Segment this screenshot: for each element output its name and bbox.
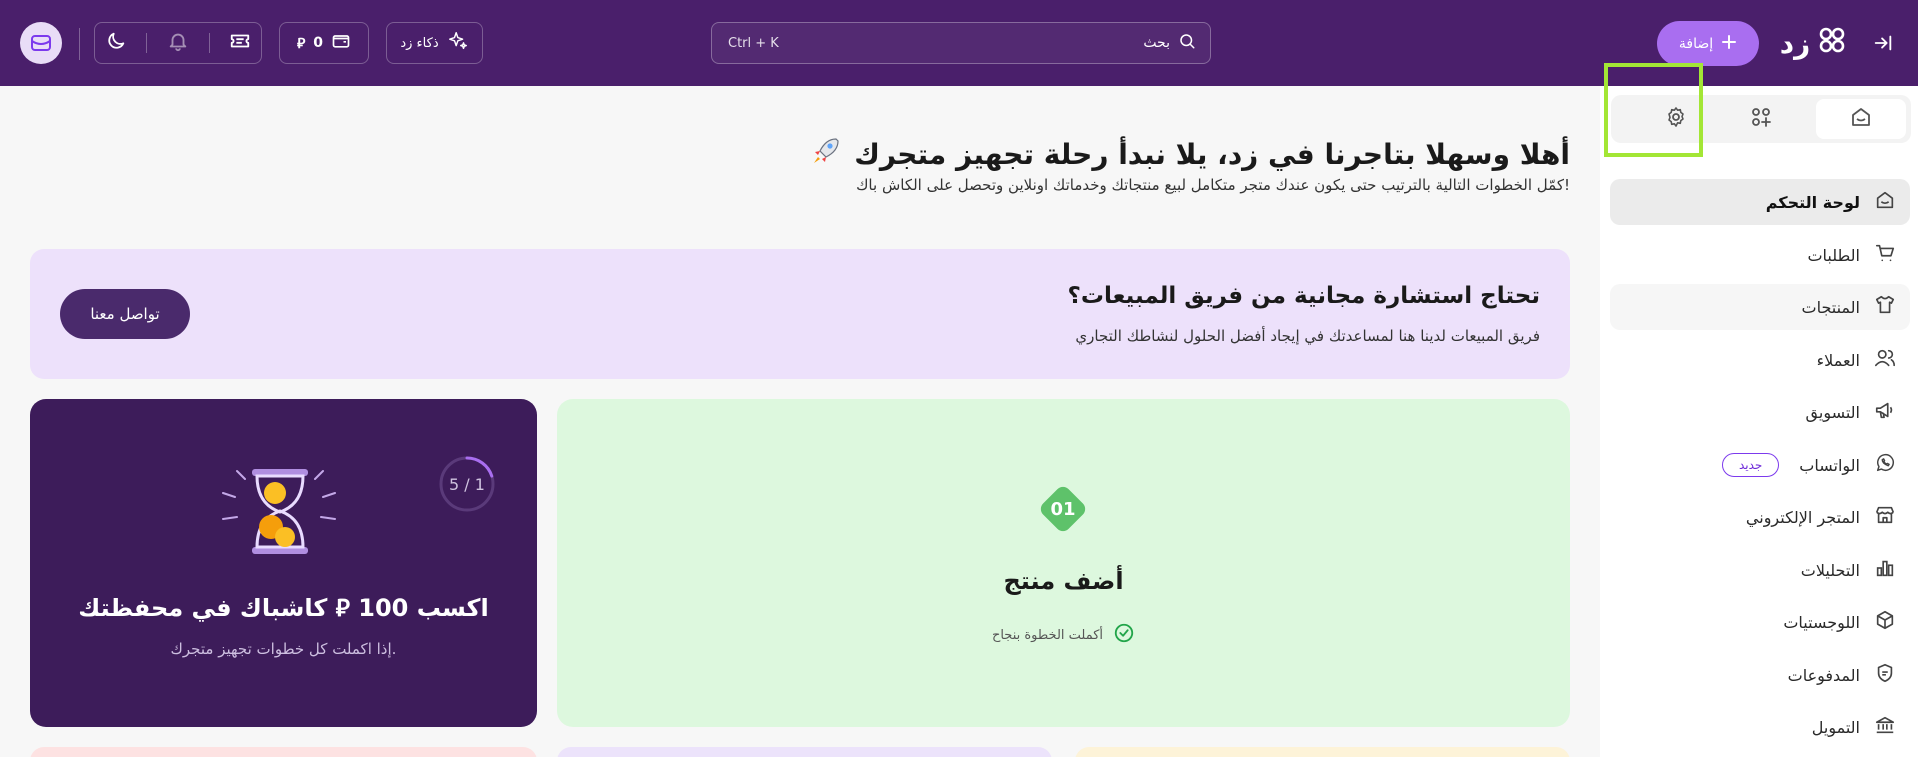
apps-icon xyxy=(1749,105,1773,133)
sidebar-item-label: المتجر الإلكتروني xyxy=(1745,507,1860,527)
check-circle-icon xyxy=(1113,622,1135,648)
sidebar-item-label: العملاء xyxy=(1816,350,1860,370)
payments-icon xyxy=(1874,662,1896,688)
tab-home[interactable] xyxy=(1816,99,1906,139)
brand-name: زد xyxy=(1779,26,1811,60)
bell-icon[interactable] xyxy=(167,30,189,56)
sidebar-item-label: لوحة التحكم xyxy=(1765,192,1860,212)
box-icon xyxy=(1874,609,1896,635)
users-icon xyxy=(1874,347,1896,373)
whatsapp-icon xyxy=(1874,452,1896,478)
new-badge: جديد xyxy=(1721,453,1780,477)
ai-label: ذكاء زد xyxy=(400,35,439,51)
sidebar-item-whatsapp[interactable]: جديد الواتساب xyxy=(1610,442,1910,488)
sidebar-item-label: الطلبات xyxy=(1807,245,1860,265)
contact-us-button[interactable]: تواصل معنا xyxy=(60,289,190,339)
search-shortcut: Ctrl + K xyxy=(728,35,779,51)
page-title-text: أهلا وسهلا بتاجرنا في زد، يلا نبدأ رحلة … xyxy=(854,138,1570,171)
banner-title: تحتاج استشارة مجانية من فريق المبيعات؟ xyxy=(1067,283,1541,309)
wallet-icon xyxy=(331,31,351,55)
zid-logo-icon xyxy=(1816,24,1848,63)
store-avatar[interactable] xyxy=(20,22,62,64)
zid-ai-button[interactable]: ذكاء زد xyxy=(386,22,483,64)
rocket-icon xyxy=(808,133,844,176)
sidebar-item-label: المدفوعات xyxy=(1787,665,1860,685)
group-divider xyxy=(146,33,148,53)
brand-logo[interactable]: زد xyxy=(1778,24,1850,62)
search-icon xyxy=(1178,32,1196,54)
store-icon xyxy=(1874,504,1896,530)
tab-apps[interactable] xyxy=(1716,99,1806,139)
wallet-button[interactable]: ⃁ 0 xyxy=(279,22,369,64)
bank-icon xyxy=(1874,714,1896,740)
sidebar-item-dashboard[interactable]: لوحة التحكم xyxy=(1610,179,1910,225)
sidebar-item-orders[interactable]: الطلبات xyxy=(1610,232,1910,278)
plus-icon xyxy=(1721,34,1737,54)
topbar-icon-group xyxy=(94,22,262,64)
progress-label: 5 / 1 xyxy=(449,474,485,494)
page-title: أهلا وسهلا بتاجرنا في زد، يلا نبدأ رحلة … xyxy=(808,133,1570,176)
sidebar-item-label: التمويل xyxy=(1811,717,1860,737)
sidebar-item-label: التسويق xyxy=(1805,402,1860,422)
collapse-sidebar-icon[interactable] xyxy=(1868,28,1898,58)
add-label: إضافة xyxy=(1678,35,1714,52)
search-input[interactable]: Ctrl + K بحث xyxy=(711,22,1211,64)
sidebar-item-analytics[interactable]: التحليلات xyxy=(1610,547,1910,593)
step-status-text: أكملت الخطوة بنجاح xyxy=(991,627,1104,643)
sidebar-item-label: المنتجات xyxy=(1801,297,1861,317)
sidebar-item-customers[interactable]: العملاء xyxy=(1610,337,1910,383)
currency-symbol: ⃁ xyxy=(296,36,306,52)
next-card-peek xyxy=(1075,747,1570,757)
moon-icon[interactable] xyxy=(105,30,127,56)
step-number: 01 xyxy=(1050,498,1076,520)
cashback-subtitle: إذا اكملت كل خطوات تجهيز متجرك. xyxy=(170,640,397,658)
step-title: أضف منتج xyxy=(1003,567,1124,595)
sidebar-item-online-store[interactable]: المتجر الإلكتروني xyxy=(1610,494,1910,540)
sidebar-item-products[interactable]: المنتجات xyxy=(1610,284,1910,330)
home-icon xyxy=(1874,189,1896,215)
page-subtitle: كمّل الخطوات التالية بالترتيب حتى يكون ع… xyxy=(856,176,1570,194)
cart-icon xyxy=(1874,242,1896,268)
sidebar-item-label: الواتساب xyxy=(1799,455,1860,475)
cashback-card: 5 / 1 اكسب 100 ⃁ كاشباك في محفظتك إذا اك… xyxy=(30,399,537,727)
shirt-icon xyxy=(1874,294,1896,320)
sales-consultation-banner: تحتاج استشارة مجانية من فريق المبيعات؟ ف… xyxy=(30,249,1570,379)
hourglass-coins-icon xyxy=(222,469,336,554)
sidebar-item-marketing[interactable]: التسويق xyxy=(1610,389,1910,435)
topbar-divider xyxy=(79,28,80,60)
megaphone-icon xyxy=(1874,399,1896,425)
cashback-title: اكسب 100 ⃁ كاشباك في محفظتك xyxy=(78,594,489,622)
bar-chart-icon xyxy=(1874,557,1896,583)
sidebar-item-financing[interactable]: التمويل xyxy=(1610,704,1910,750)
wallet-amount: 0 xyxy=(313,35,324,51)
next-card-peek xyxy=(30,747,537,757)
sidebar-item-label: اللوجستيات xyxy=(1783,612,1860,632)
home-icon xyxy=(1849,105,1873,133)
add-button[interactable]: إضافة xyxy=(1657,21,1759,66)
store-logo-icon xyxy=(31,35,51,51)
sparkle-icon xyxy=(447,30,469,56)
sidebar-item-logistics[interactable]: اللوجستيات xyxy=(1610,599,1910,645)
ticket-icon[interactable] xyxy=(229,30,251,56)
sidebar-item-label: التحليلات xyxy=(1800,560,1860,580)
next-card-peek xyxy=(557,747,1052,757)
step-card-add-product[interactable]: 01 أضف منتج أكملت الخطوة بنجاح xyxy=(557,399,1570,727)
settings-highlight-box xyxy=(1604,63,1703,157)
sidebar-item-payments[interactable]: المدفوعات xyxy=(1610,652,1910,698)
group-divider xyxy=(208,33,210,53)
banner-subtitle: فريق المبيعات لدينا هنا لمساعدتك في إيجا… xyxy=(1075,327,1540,345)
search-placeholder: بحث xyxy=(1143,35,1170,51)
step-status: أكملت الخطوة بنجاح xyxy=(557,622,1570,648)
